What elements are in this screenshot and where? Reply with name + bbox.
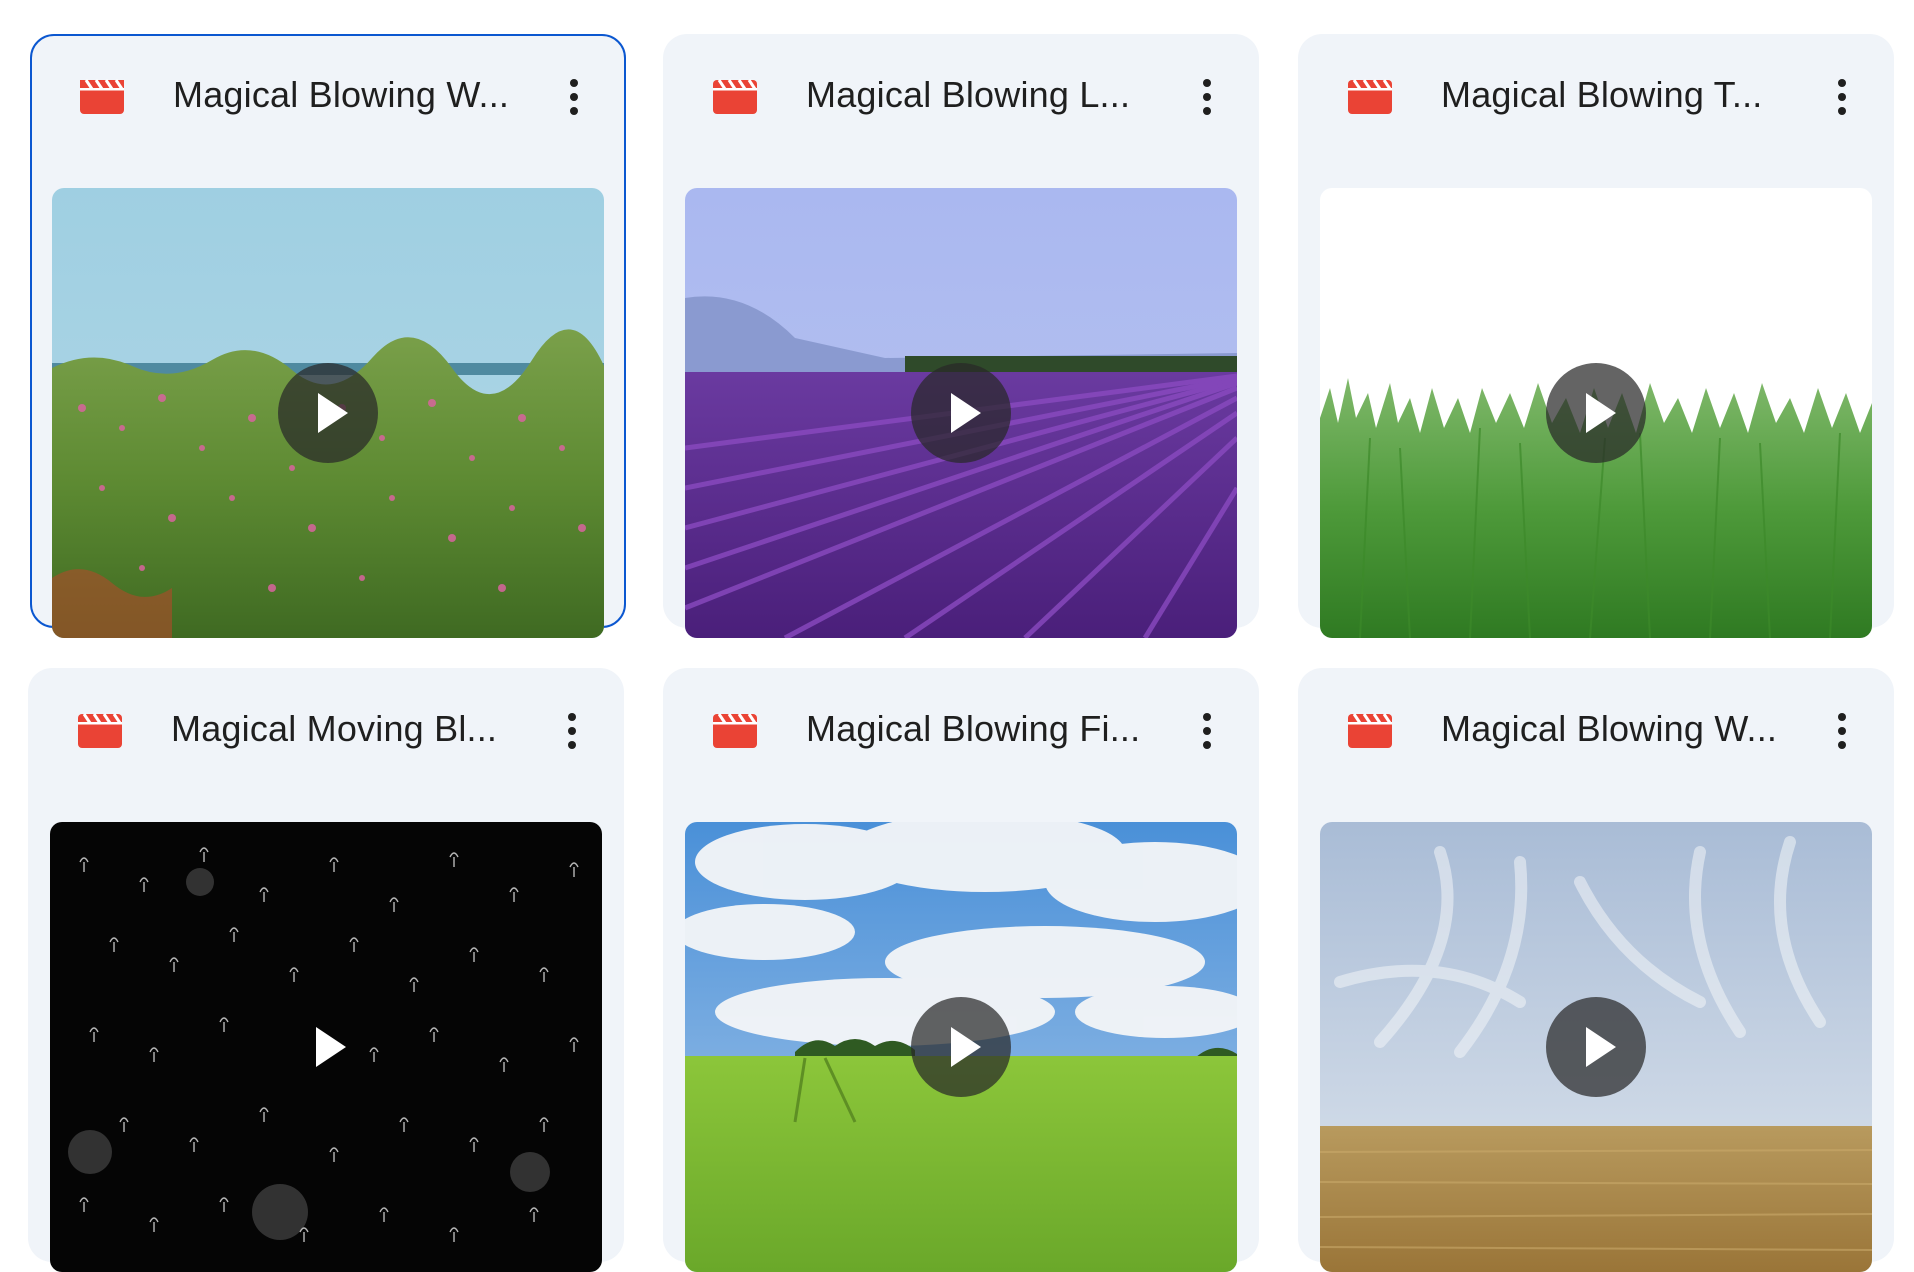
file-card-header: Magical Blowing L... [663, 34, 1259, 154]
more-vert-icon-dot [570, 79, 578, 87]
file-grid: Magical Blowing W... Magical Blowing L..… [0, 0, 1914, 1272]
play-button[interactable] [1546, 997, 1646, 1097]
more-vert-icon-dot [1203, 79, 1211, 87]
more-vert-icon-dot [1203, 713, 1211, 721]
file-card-header: Magical Blowing W... [1298, 668, 1894, 788]
play-icon [316, 1027, 346, 1067]
more-vert-icon-dot [1203, 741, 1211, 749]
play-button[interactable] [1546, 363, 1646, 463]
more-vert-icon-dot [568, 741, 576, 749]
more-options-button[interactable] [1822, 706, 1862, 756]
video-thumbnail[interactable] [50, 822, 602, 1272]
file-card-header: Magical Blowing T... [1298, 34, 1894, 154]
file-card[interactable]: Magical Moving Bl... [28, 668, 624, 1272]
play-button[interactable] [278, 363, 378, 463]
video-file-icon [713, 79, 757, 114]
play-button[interactable] [911, 997, 1011, 1097]
more-vert-icon-dot [1838, 727, 1846, 735]
video-thumbnail[interactable] [1320, 822, 1872, 1272]
more-options-button[interactable] [1822, 72, 1862, 122]
more-vert-icon-dot [1838, 93, 1846, 101]
more-vert-icon-dot [568, 713, 576, 721]
video-file-icon [78, 713, 122, 748]
video-file-icon [80, 79, 124, 114]
more-options-button[interactable] [552, 706, 592, 756]
video-file-icon [713, 713, 757, 748]
file-title[interactable]: Magical Moving Bl... [171, 704, 511, 754]
file-card[interactable]: Magical Blowing L... [663, 34, 1259, 638]
more-options-button[interactable] [1187, 72, 1227, 122]
video-thumbnail[interactable] [52, 188, 604, 638]
file-card-header: Magical Blowing Fi... [663, 668, 1259, 788]
file-card-header: Magical Blowing W... [32, 36, 624, 156]
file-title[interactable]: Magical Blowing W... [1441, 704, 1781, 754]
play-icon [1586, 1027, 1616, 1067]
play-button[interactable] [276, 997, 376, 1097]
more-vert-icon-dot [570, 107, 578, 115]
more-options-button[interactable] [1187, 706, 1227, 756]
file-card[interactable]: Magical Blowing T... [1298, 34, 1894, 638]
more-options-button[interactable] [554, 72, 594, 122]
more-vert-icon-dot [1203, 727, 1211, 735]
more-vert-icon-dot [1203, 107, 1211, 115]
more-vert-icon-dot [1838, 79, 1846, 87]
more-vert-icon-dot [568, 727, 576, 735]
more-vert-icon-dot [1838, 107, 1846, 115]
video-file-icon [1348, 79, 1392, 114]
file-title[interactable]: Magical Blowing T... [1441, 70, 1781, 120]
more-vert-icon-dot [1838, 741, 1846, 749]
play-icon [951, 1027, 981, 1067]
video-thumbnail[interactable] [1320, 188, 1872, 638]
file-card[interactable]: Magical Blowing Fi... [663, 668, 1259, 1272]
file-title[interactable]: Magical Blowing L... [806, 70, 1146, 120]
file-title[interactable]: Magical Blowing Fi... [806, 704, 1146, 754]
more-vert-icon-dot [1838, 713, 1846, 721]
video-thumbnail[interactable] [685, 822, 1237, 1272]
play-button[interactable] [911, 363, 1011, 463]
file-title[interactable]: Magical Blowing W... [173, 70, 513, 120]
file-card[interactable]: Magical Blowing W... [1298, 668, 1894, 1272]
play-icon [1586, 393, 1616, 433]
play-icon [318, 393, 348, 433]
more-vert-icon-dot [570, 93, 578, 101]
video-file-icon [1348, 713, 1392, 748]
video-thumbnail[interactable] [685, 188, 1237, 638]
more-vert-icon-dot [1203, 93, 1211, 101]
file-card[interactable]: Magical Blowing W... [30, 34, 626, 638]
file-card-header: Magical Moving Bl... [28, 668, 624, 788]
play-icon [951, 393, 981, 433]
